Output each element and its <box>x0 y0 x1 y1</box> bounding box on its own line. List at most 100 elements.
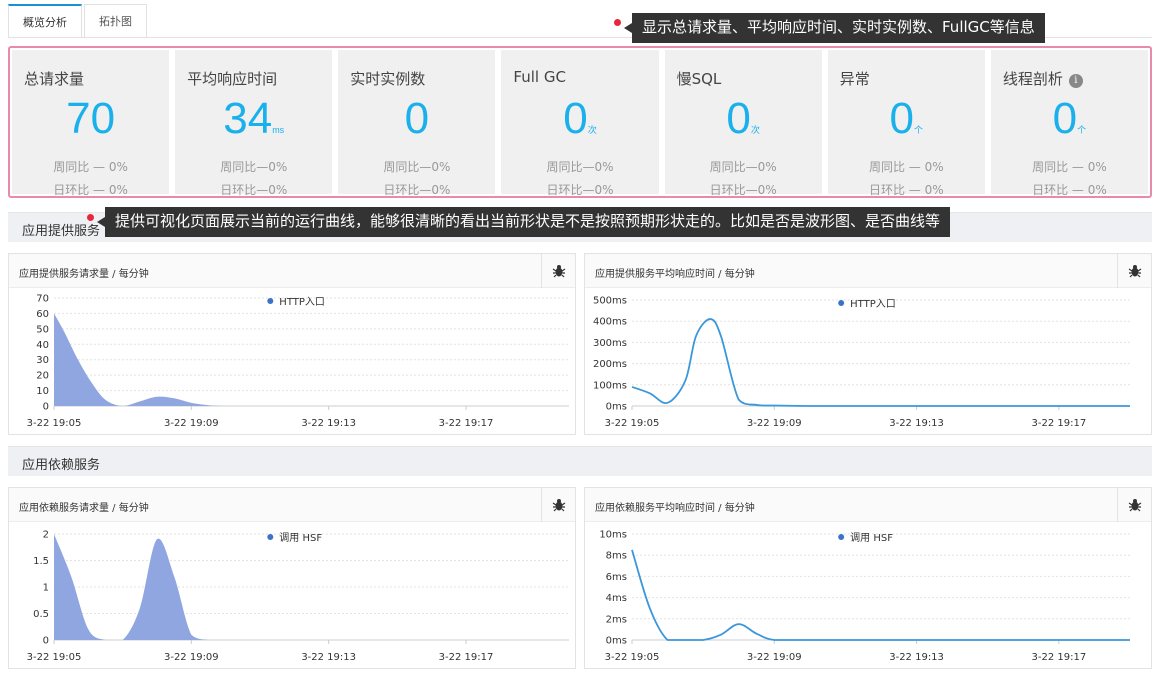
metric-value: 0次 <box>563 94 597 143</box>
x-tick-label: 3-22 19:17 <box>439 418 494 429</box>
metric-label: 总请求量 <box>24 70 85 88</box>
metric-day-compare: 日环比—0% <box>383 183 451 197</box>
legend-label: HTTP入口 <box>850 299 896 310</box>
x-tick-label: 3-22 19:05 <box>27 418 82 429</box>
x-tick-label: 3-22 19:09 <box>164 652 219 663</box>
x-tick-label: 3-22 19:13 <box>889 418 944 429</box>
y-tick-label: 40 <box>36 340 49 351</box>
chart-canvas: 0ms 100ms 200ms 300ms 400ms 500ms 3-22 19:05 3-… <box>593 296 1130 429</box>
y-tick-label: 10ms <box>599 530 627 541</box>
x-tick-label: 3-22 19:17 <box>439 652 494 663</box>
y-tick-label: 1.5 <box>33 556 49 567</box>
panel-title: 应用提供服务平均响应时间 / 每分钟 <box>595 269 755 280</box>
metric-value: 70 <box>66 94 116 143</box>
x-tick-label: 3-22 19:09 <box>164 418 219 429</box>
panel-header: 应用依赖服务平均响应时间 / 每分钟 <box>585 488 1151 522</box>
metric-full-gc[interactable]: Full GC 0次 周同比—0% 日环比—0% <box>501 50 659 197</box>
panel-header: 应用依赖服务请求量 / 每分钟 <box>9 488 575 522</box>
metric-thread-profiling[interactable]: 线程剖析 i 0个 周同比 — 0% 日环比 — 0% <box>990 50 1148 197</box>
legend-dot <box>267 298 274 304</box>
y-tick-label: 0.5 <box>33 609 49 620</box>
legend-label: 调用 HSF <box>850 532 893 544</box>
y-tick-label: 8ms <box>606 551 627 562</box>
metric-value: 34ms <box>223 94 285 143</box>
y-tick-label: 50 <box>36 324 49 335</box>
y-tick-label: 2ms <box>606 614 627 625</box>
legend-label: HTTP入口 <box>279 297 325 308</box>
metrics-callout: 显示总请求量、平均响应时间、实时实例数、FullGC等信息 <box>624 13 1045 43</box>
legend-dot <box>267 534 274 540</box>
metric-day-compare: 日环比 — 0% <box>53 183 128 197</box>
y-tick-label: 0 <box>43 402 49 413</box>
x-tick-label: 3-22 19:13 <box>301 418 356 429</box>
y-tick-label: 2 <box>43 530 49 541</box>
y-tick-label: 6ms <box>606 572 627 583</box>
bug-icon[interactable] <box>541 488 575 522</box>
x-tick-label: 3-22 19:05 <box>605 418 660 429</box>
tab-topology[interactable]: 拓扑图 <box>84 4 147 38</box>
metric-exceptions[interactable]: 异常 0个 周同比 — 0% 日环比 — 0% <box>827 50 985 197</box>
panel-header: 应用提供服务平均响应时间 / 每分钟 <box>585 254 1151 288</box>
metric-label: 平均响应时间 <box>187 70 278 88</box>
bug-icon[interactable] <box>541 254 575 288</box>
metric-week-compare: 周同比—0% <box>383 160 451 174</box>
metric-week-compare: 周同比 — 0% <box>53 160 128 174</box>
metric-label: 实时实例数 <box>350 70 426 88</box>
metric-week-compare: 周同比—0% <box>709 160 777 174</box>
callout-marker-dot <box>87 214 94 221</box>
tab-overview[interactable]: 概览分析 <box>8 4 82 38</box>
series-line <box>631 318 1130 407</box>
section-dependent-services: 应用依赖服务 <box>8 446 1152 476</box>
metric-label: Full GC <box>513 68 566 86</box>
legend-dot <box>838 534 845 540</box>
y-tick-label: 100ms <box>593 380 627 391</box>
metric-label: 慢SQL <box>676 70 722 88</box>
metric-total-requests[interactable]: 总请求量 70 周同比 — 0% 日环比 — 0% <box>12 50 170 197</box>
y-tick-label: 1 <box>43 583 49 594</box>
chart-panel-dependent-requests: 应用依赖服务请求量 / 每分钟 0 0.5 1 1.5 2 3-22 19:05 3-22 … <box>8 487 576 669</box>
metric-value: 0个 <box>889 94 924 143</box>
info-icon[interactable]: i <box>1068 74 1083 88</box>
metric-day-compare: 日环比 — 0% <box>868 183 944 197</box>
chart-panel-dependent-response-time: 应用依赖服务平均响应时间 / 每分钟 0ms 2ms 4ms 6ms 8ms 10ms 3-… <box>584 487 1152 669</box>
metric-value: 0次 <box>726 94 760 143</box>
legend-dot <box>838 300 845 306</box>
metric-slow-sql[interactable]: 慢SQL 0次 周同比—0% 日环比—0% <box>664 50 822 197</box>
metric-week-compare: 周同比 — 0% <box>1032 160 1107 174</box>
metrics-panel: 总请求量 70 周同比 — 0% 日环比 — 0% 平均响应时间 34ms 周同… <box>8 46 1152 198</box>
bug-icon[interactable] <box>1117 488 1151 522</box>
y-tick-label: 500ms <box>593 296 627 307</box>
y-tick-label: 60 <box>36 309 49 320</box>
chart-panel-provided-response-time: 应用提供服务平均响应时间 / 每分钟 0ms 100ms 200ms 300ms 400… <box>584 253 1152 435</box>
metric-week-compare: 周同比—0% <box>546 160 614 174</box>
tab-bar: 概览分析 拓扑图 <box>8 4 149 38</box>
x-tick-label: 3-22 19:05 <box>27 652 82 663</box>
charts-callout: 提供可视化页面展示当前的运行曲线，能够很清晰的看出当前形状是不是按照预期形状走的… <box>96 207 951 237</box>
metric-label: 线程剖析 i <box>1003 68 1083 89</box>
metric-week-compare: 周同比 — 0% <box>868 160 944 174</box>
x-tick-label: 3-22 19:09 <box>747 418 802 429</box>
chart-canvas: 0ms 2ms 4ms 6ms 8ms 10ms 3-22 19:05 3-22 19:09 3… <box>599 530 1130 663</box>
x-tick-label: 3-22 19:17 <box>1032 652 1087 663</box>
metric-day-compare: 日环比—0% <box>546 183 614 197</box>
metric-avg-response-time[interactable]: 平均响应时间 34ms 周同比—0% 日环比—0% <box>175 50 333 197</box>
y-tick-label: 0ms <box>606 636 627 647</box>
panel-title: 应用提供服务请求量 / 每分钟 <box>19 269 149 280</box>
y-tick-label: 10 <box>36 386 49 397</box>
metric-live-instances[interactable]: 实时实例数 0 周同比—0% 日环比—0% <box>338 50 496 197</box>
y-tick-label: 30 <box>36 355 49 366</box>
y-tick-label: 4ms <box>606 593 627 604</box>
bug-icon[interactable] <box>1117 254 1151 288</box>
panel-header: 应用提供服务请求量 / 每分钟 <box>9 254 575 288</box>
y-tick-label: 0 <box>43 636 49 647</box>
chart-canvas: 0 0.5 1 1.5 2 3-22 19:05 3-22 19:09 3-22 19:13 3… <box>27 530 569 663</box>
y-tick-label: 300ms <box>593 338 627 349</box>
x-tick-label: 3-22 19:13 <box>301 652 356 663</box>
legend-label: 调用 HSF <box>279 532 322 544</box>
chart-panel-provided-requests: 应用提供服务请求量 / 每分钟 0 10 20 30 40 50 60 70 3-22 19:0… <box>8 253 576 435</box>
metric-value: 0 <box>404 94 430 143</box>
y-tick-label: 200ms <box>593 359 627 370</box>
metric-value: 0个 <box>1052 94 1087 143</box>
metric-label: 异常 <box>839 70 870 88</box>
series-line <box>631 549 1130 641</box>
